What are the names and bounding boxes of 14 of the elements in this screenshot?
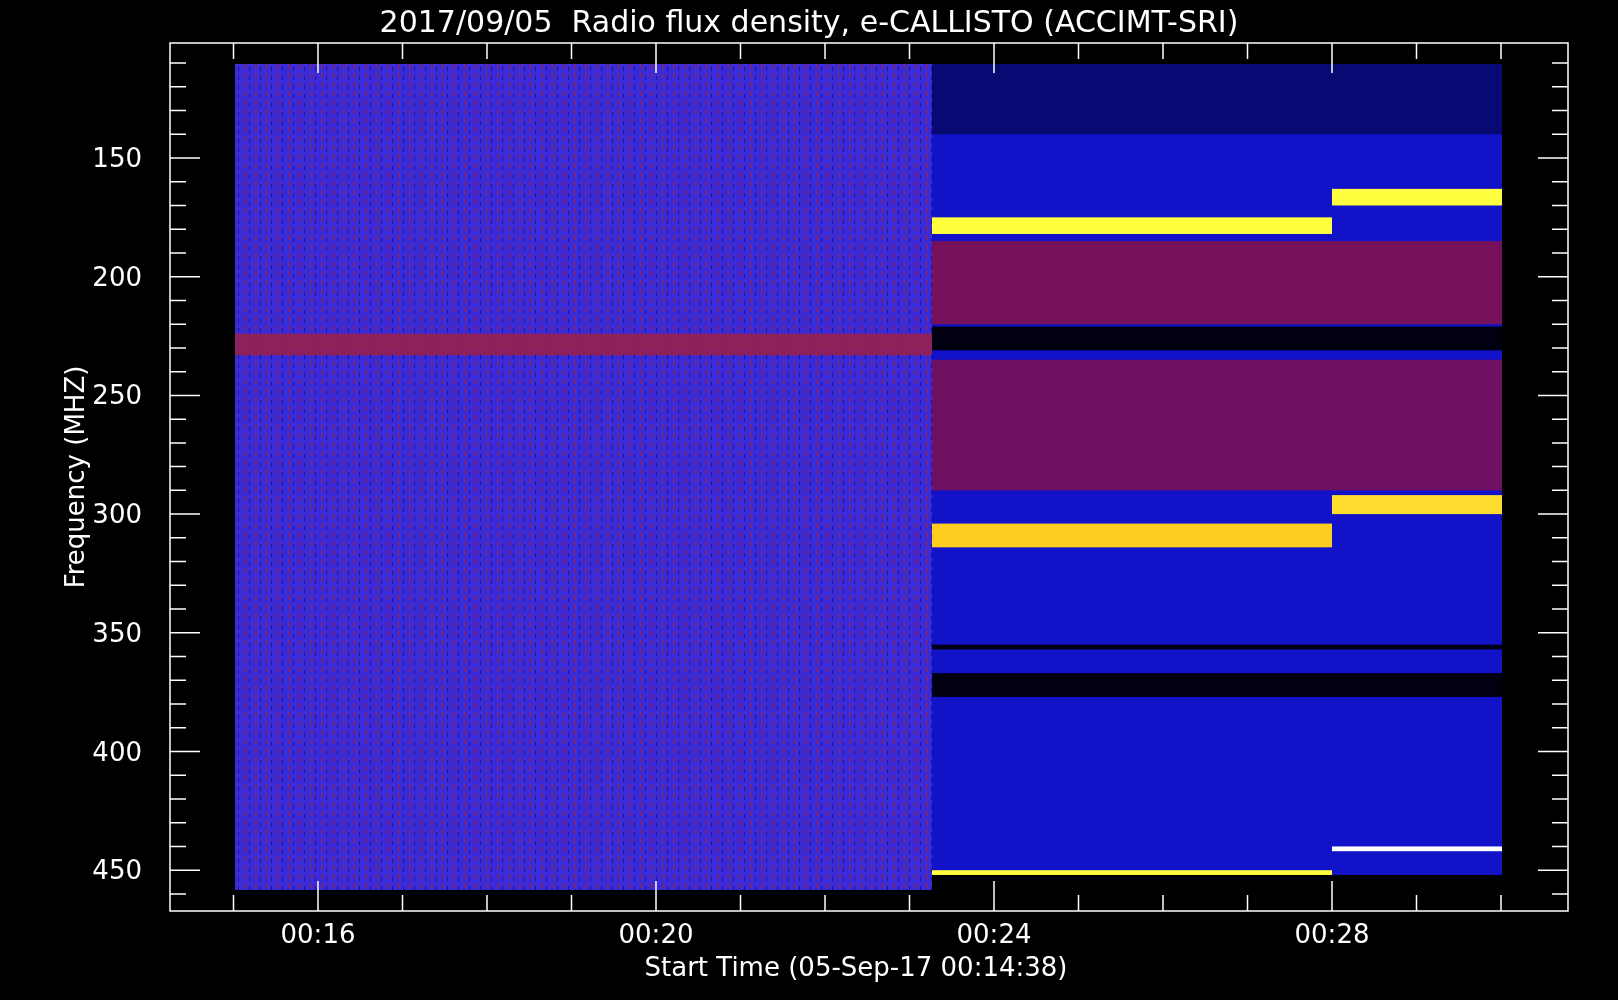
x-axis-label: Start Time (05-Sep-17 00:14:38): [644, 952, 1068, 982]
y-tick-label: 450: [92, 855, 142, 886]
y-tick-label: 300: [92, 499, 142, 530]
y-axis-label: Frequency (MHZ): [60, 365, 90, 589]
y-tick-label: 400: [92, 736, 142, 767]
x-tick-label: 00:24: [956, 919, 1032, 949]
y-tick-label: 150: [92, 143, 142, 173]
x-tick-label: 00:20: [618, 919, 694, 949]
x-tick-label: 00:28: [1294, 919, 1370, 949]
chart-title: 2017/09/05 Radio flux density, e-CALLISTO (ACCIMT-SRI): [379, 4, 1239, 39]
y-tick-label: 350: [92, 617, 142, 648]
y-tick-label: 250: [92, 380, 142, 411]
x-tick-label: 00:16: [280, 919, 356, 949]
y-tick-label: 200: [92, 261, 142, 292]
